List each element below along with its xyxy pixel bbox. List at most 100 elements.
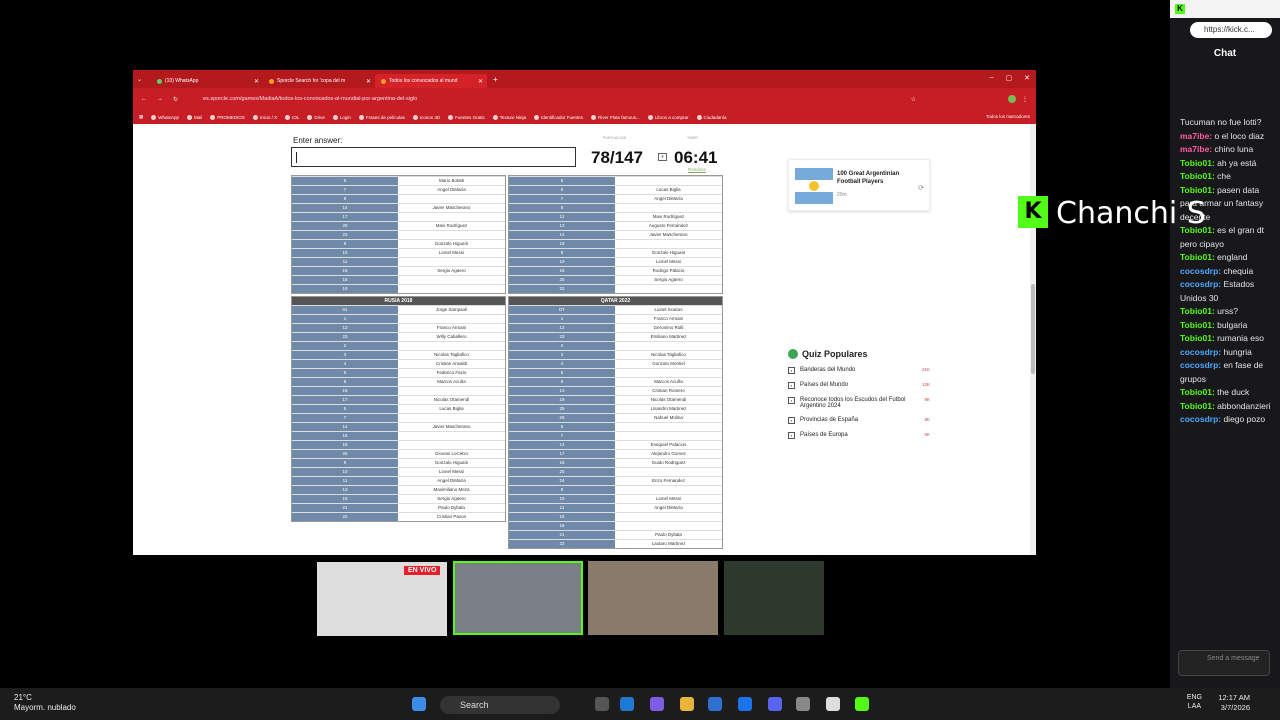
table-row: 18	[292, 440, 505, 449]
page-scrollbar[interactable]	[1030, 124, 1036, 555]
shirt-number: 14	[509, 441, 615, 449]
close-icon[interactable]: ✕	[366, 78, 371, 85]
quiz-page: Enter answer: PUNTUACIÓN TIMER 78/147 ⏸ …	[133, 124, 1036, 555]
back-icon[interactable]: ←	[141, 96, 147, 102]
bookmark[interactable]: IOL	[285, 114, 299, 120]
reload-icon[interactable]: ↻	[173, 96, 178, 103]
edge-icon[interactable]	[620, 697, 634, 711]
outlook-icon[interactable]	[738, 697, 752, 711]
close-icon[interactable]: ✕	[254, 78, 259, 85]
chat-username[interactable]: cocosdrp:	[1180, 347, 1221, 357]
bookmark-icon	[332, 114, 338, 120]
bookmark[interactable]: Mail	[187, 114, 202, 120]
store-icon[interactable]	[708, 697, 722, 711]
chat-url[interactable]: https://kick.c...	[1190, 22, 1272, 38]
popular-item[interactable]: ▪ Reconoce todos los Escudos del Futbol A…	[788, 397, 930, 409]
refresh-icon[interactable]: ⟳	[918, 184, 924, 192]
kick-icon[interactable]	[855, 697, 869, 711]
profile-avatar[interactable]	[1008, 95, 1016, 103]
chat-username[interactable]: Tobio01:	[1180, 320, 1215, 330]
bookmark[interactable]: River Plate famous...	[590, 114, 640, 120]
file-explorer-icon[interactable]	[680, 697, 694, 711]
star-icon[interactable]: ☆	[911, 96, 916, 103]
scroll-thumb[interactable]	[1031, 284, 1035, 374]
tab-search-icon[interactable]: ⌄	[137, 76, 151, 83]
player-name	[615, 204, 722, 212]
chat-username[interactable]: cocosdrp:	[1180, 360, 1221, 370]
chat-username[interactable]: cocosdrp:	[1180, 279, 1221, 289]
settings-icon[interactable]	[796, 697, 810, 711]
popular-item-count: 5K	[924, 432, 930, 437]
chat-username[interactable]: Tobio01:	[1180, 387, 1215, 397]
chat-username[interactable]: cocosdrp:	[1180, 414, 1221, 424]
popular-item[interactable]: ▪ Países del Mundo 12K	[788, 382, 930, 389]
chat-username[interactable]: Tobio01:	[1180, 171, 1215, 181]
bookmark[interactable]: Libros a comprar	[647, 114, 689, 120]
webcam-2[interactable]	[588, 561, 718, 635]
chat-input[interactable]: Send a message	[1178, 650, 1270, 676]
task-view-icon[interactable]	[595, 697, 609, 711]
bookmark[interactable]: Login	[332, 114, 351, 120]
recommended-quiz-card[interactable]: 100 Great Argentinian Football Players 2…	[788, 159, 930, 211]
chat-username[interactable]: ma7ibe:	[1180, 131, 1212, 141]
shirt-number: 10	[509, 258, 615, 266]
table-row: 10 Lionel Messi	[292, 467, 505, 476]
give-up-link[interactable]: Rendirse	[688, 167, 706, 172]
tab-quiz[interactable]: Todos los convocados al mund ✕	[375, 74, 487, 88]
bookmark[interactable]: Texture Ninja	[492, 114, 526, 120]
chat-text: bulgaria	[1214, 319, 1248, 330]
minimize-icon[interactable]: –	[990, 74, 994, 82]
bookmark[interactable]: WhatsApp	[151, 114, 179, 120]
player-name: Willy Caballero	[398, 333, 505, 341]
player-name	[398, 315, 505, 323]
all-bookmarks[interactable]: Todos los marcadores	[986, 114, 1030, 119]
webcam-3[interactable]	[724, 561, 824, 635]
tab-sporcle-search[interactable]: Sporcle Search for 'copa del m ✕	[263, 74, 375, 88]
chat-username[interactable]: Tobio01:	[1180, 401, 1215, 411]
popular-item[interactable]: ▪ Países de Europa 5K	[788, 432, 930, 439]
shirt-number: 7	[292, 186, 398, 194]
taskbar-search[interactable]: Search	[440, 696, 560, 714]
menu-icon[interactable]: ⋮	[1022, 96, 1028, 103]
close-window-icon[interactable]: ✕	[1024, 74, 1030, 82]
copilot-icon[interactable]	[650, 697, 664, 711]
chat-username[interactable]: cocosdrp:	[1180, 266, 1221, 276]
language-indicator[interactable]: ENG LAA	[1187, 693, 1202, 711]
player-name: Gonzalo Higuaín	[398, 240, 505, 248]
chat-username[interactable]: Tobio01:	[1180, 252, 1215, 262]
chrome-icon[interactable]	[826, 697, 840, 711]
popular-item[interactable]: ▪ Provincias de España 8K	[788, 417, 930, 424]
bookmark[interactable]: Ciudadanía	[696, 114, 727, 120]
bookmark[interactable]: Inicio / X	[252, 114, 277, 120]
chat-username[interactable]: ma7ibe:	[1180, 144, 1212, 154]
clock[interactable]: 12:17 AM 3/7/2026	[1218, 693, 1250, 713]
bookmark[interactable]: Drive	[307, 114, 325, 120]
close-icon[interactable]: ✕	[478, 78, 483, 85]
tab-whatsapp[interactable]: (10) WhatsApp ✕	[151, 74, 263, 88]
webcam-1[interactable]	[453, 561, 583, 635]
table-row: 10 Lionel Messi	[292, 248, 505, 257]
bookmark[interactable]: Identificador Fuentes	[533, 114, 583, 120]
chat-username[interactable]: Tobio01:	[1180, 185, 1215, 195]
shirt-number: 18	[292, 441, 398, 449]
answer-input[interactable]	[291, 147, 576, 167]
popular-item[interactable]: ▪ Banderas del Mundo 21K	[788, 367, 930, 374]
table-row: 20 Giovani LoCelso	[292, 449, 505, 458]
bookmark[interactable]: Fuentes Gratis	[448, 114, 485, 120]
discord-icon[interactable]	[768, 697, 782, 711]
chat-username[interactable]: Tobio01:	[1180, 158, 1215, 168]
weather-widget[interactable]: 21°C Mayorm. nublado	[14, 693, 76, 713]
bookmark[interactable]: Frases de películas	[358, 114, 405, 120]
bookmark[interactable]: Iconos 3D	[412, 114, 440, 120]
popular-header: Quiz Populares	[788, 349, 938, 359]
bookmark[interactable]: PROMEDIOS	[210, 114, 245, 120]
chat-username[interactable]: Tobio01:	[1180, 333, 1215, 343]
chat-username[interactable]: Tobio01:	[1180, 306, 1215, 316]
apps-icon[interactable]: ▦	[139, 114, 143, 120]
maximize-icon[interactable]: ▢	[1006, 74, 1013, 82]
url-field[interactable]: es.sporcle.com/games/MadiaA/todos-los-co…	[203, 93, 903, 105]
windows-start-icon[interactable]	[412, 697, 426, 711]
forward-icon[interactable]: →	[157, 96, 163, 102]
new-tab-icon[interactable]: +	[493, 75, 498, 84]
pause-icon[interactable]: ⏸	[658, 153, 667, 161]
